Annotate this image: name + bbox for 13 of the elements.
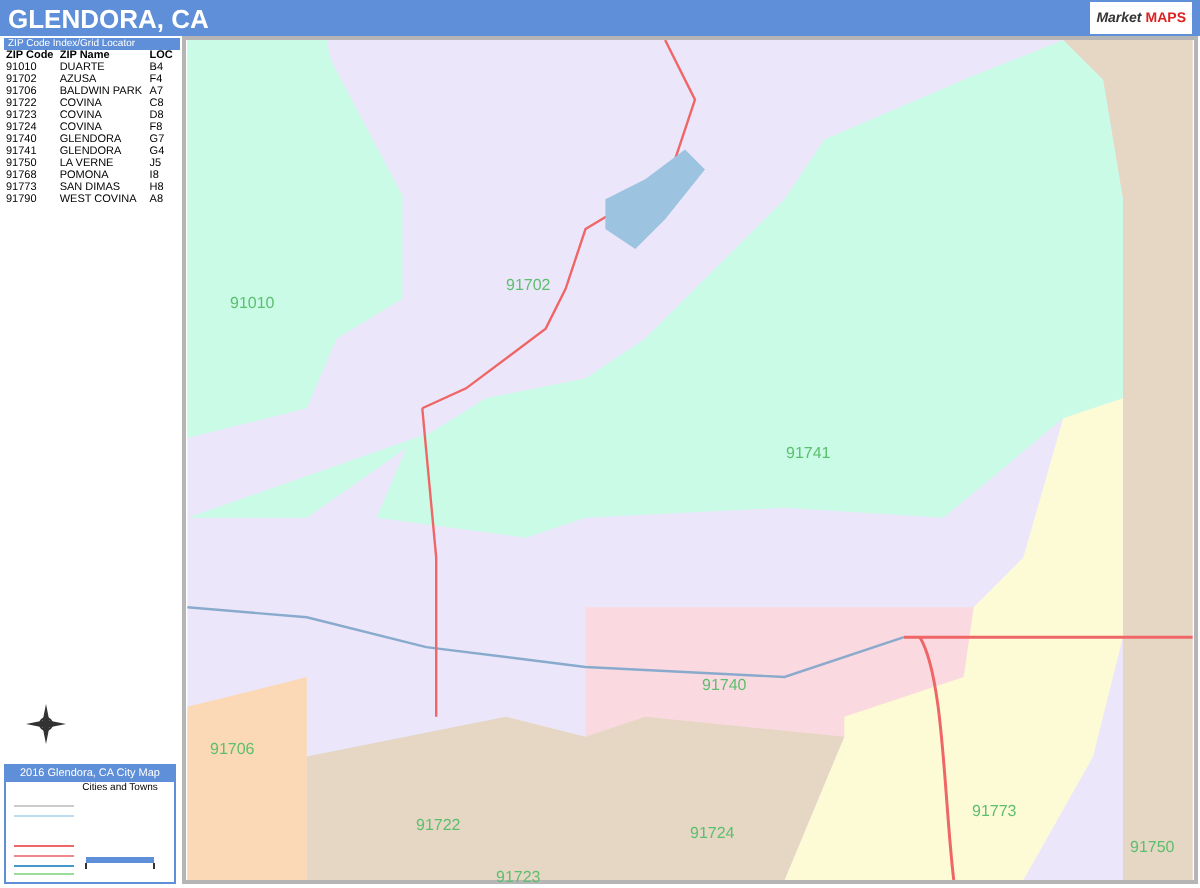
zip-code-label: 91706 [210, 740, 255, 758]
zip-code-label: 91740 [702, 676, 747, 694]
zip-code-label: 91773 [972, 802, 1017, 820]
zip-code-label: 91702 [506, 276, 551, 294]
zip-code-label: 91723 [496, 868, 541, 886]
scale-bar-drawing [84, 856, 156, 870]
compass-icon [24, 702, 68, 746]
zip-code-label: 91722 [416, 816, 461, 834]
zip-code-label: 91724 [690, 824, 735, 842]
zip-code-label: 91750 [1130, 838, 1175, 856]
zip-code-label: 91010 [230, 294, 275, 312]
zip-code-label: 91741 [786, 444, 831, 462]
map-title: GLENDORA, CA [8, 3, 209, 33]
